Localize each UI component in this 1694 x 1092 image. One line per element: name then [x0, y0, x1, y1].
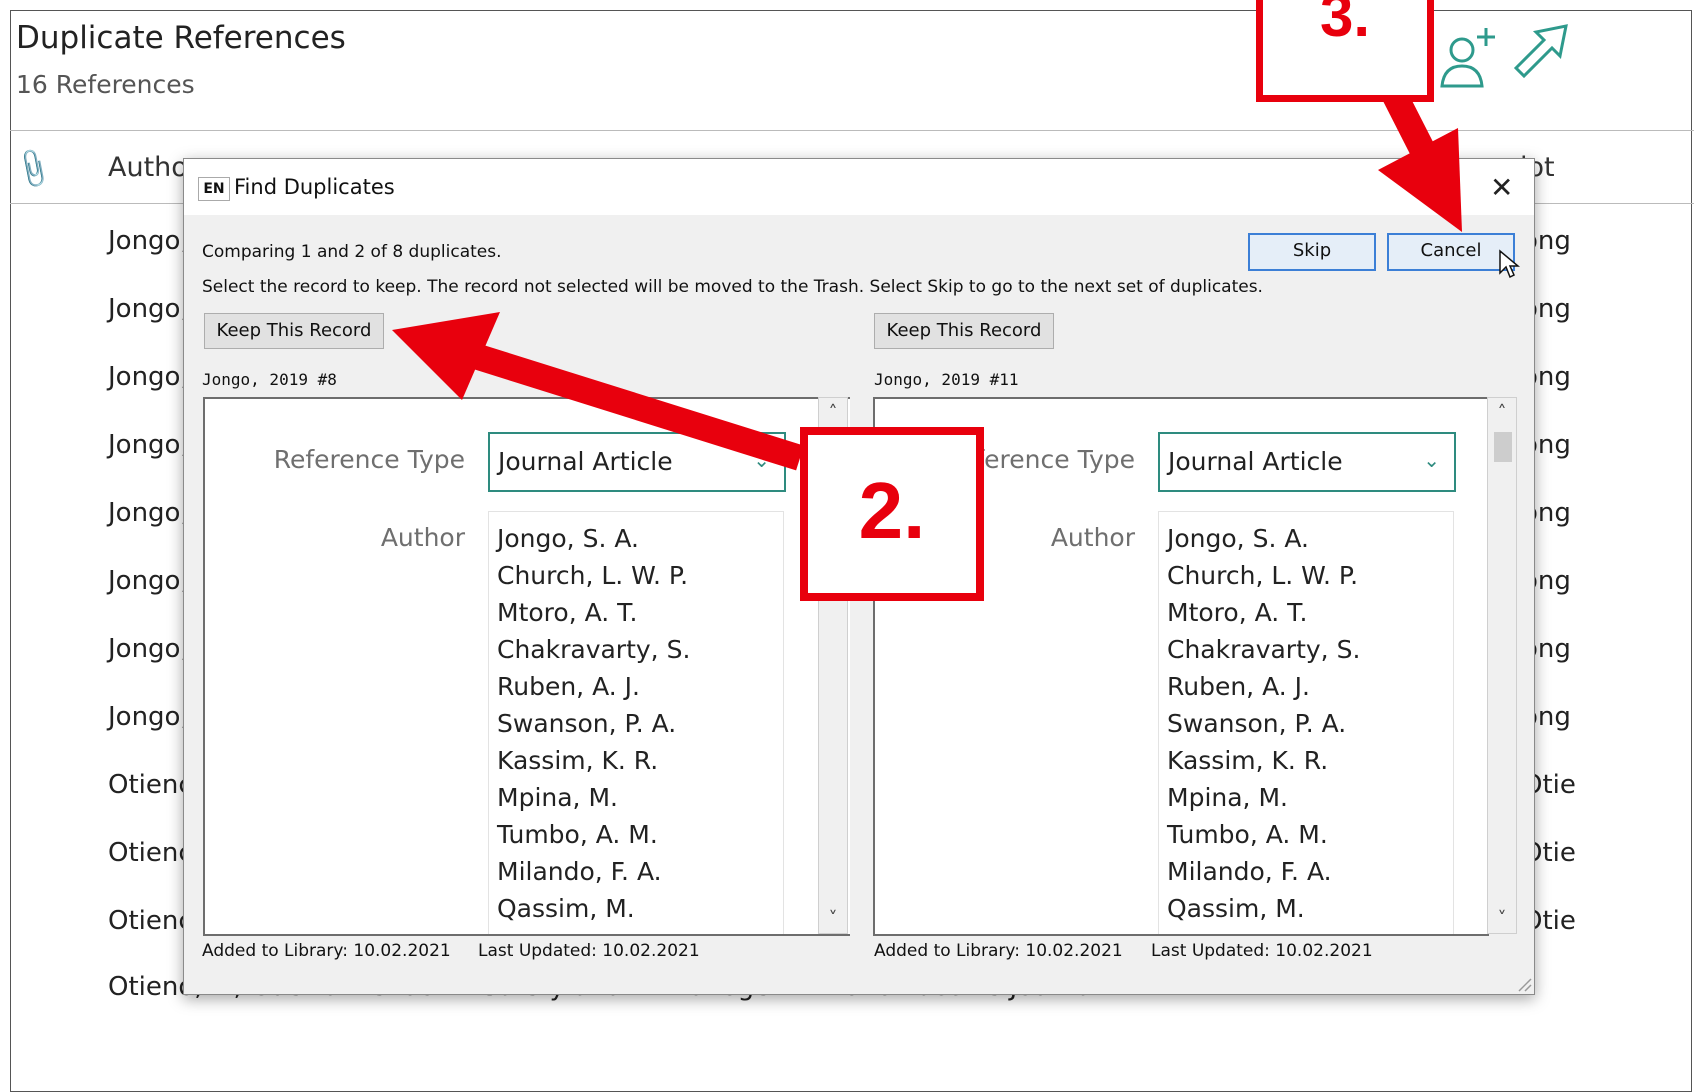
- annotation-arrow-2: [392, 312, 804, 471]
- annotation-arrow-3: [1378, 84, 1462, 232]
- annotation-step-3: 3.: [1256, 0, 1434, 102]
- annotation-step-3-label: 3.: [1319, 0, 1371, 49]
- annotation-step-2-label: 2.: [858, 466, 926, 555]
- annotation-step-2: 2.: [800, 427, 984, 601]
